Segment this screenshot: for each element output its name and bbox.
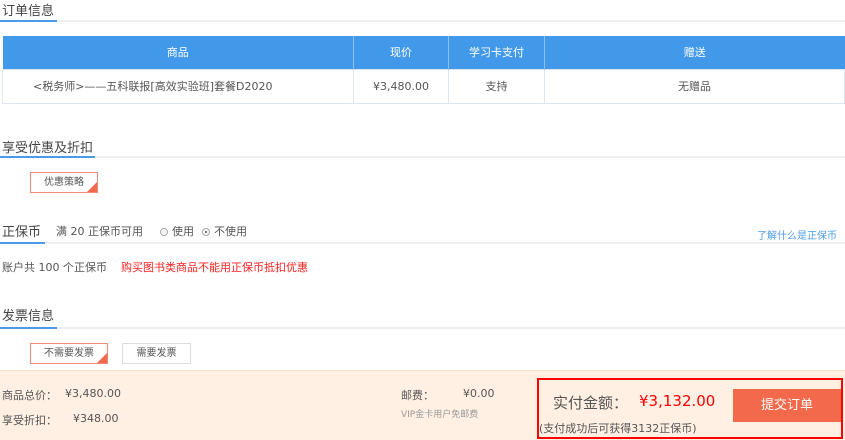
pay-label: 实付金额： [553,394,629,412]
order-section-title: 订单信息 [2,4,55,19]
divider [0,20,845,22]
shipping-value: ¥0.00 [463,387,495,400]
col-gift: 赠送 [544,36,845,69]
divider [0,156,845,158]
table-row: <税务师>——五科联报[高效实验班]套餐D2020 ¥3,480.00 支持 无… [2,68,845,104]
shipping-label: 邮费： [401,389,434,402]
coins-balance: 账户共 100 个正保币 [2,261,107,274]
product-name: <税务师>——五科联报[高效实验班]套餐D2020 [2,68,354,104]
shipping-note: VIP金卡用户免邮费 [401,410,479,420]
radio-use[interactable]: 使用 [160,223,194,239]
order-table: 商品 现价 学习卡支付 赠送 <税务师>——五科联报[高效实验班]套餐D2020… [2,36,845,104]
coins-section-title: 正保币 [2,225,42,240]
payment-box: 实付金额： ¥3,132.00 (支付成功后可获得3132正保币) 提交订单 [537,378,843,439]
divider [0,242,845,244]
total-value: ¥3,480.00 [65,387,121,400]
card-pay-status: 支持 [448,68,545,104]
radio-not-use[interactable]: 不使用 [202,223,247,239]
radio-use-label: 使用 [172,225,194,238]
radio-not-use-label: 不使用 [214,225,247,238]
discount-strategy-button[interactable]: 优惠策略 [30,172,98,193]
reward-note: (支付成功后可获得3132正保币) [539,422,697,435]
coins-help-link[interactable]: 了解什么是正保币 [757,227,837,242]
table-header: 商品 现价 学习卡支付 赠送 [2,36,845,69]
discount-value: ¥348.00 [73,412,119,425]
col-price: 现价 [353,36,449,69]
pay-amount: ¥3,132.00 [639,392,716,410]
invoice-section-title: 发票信息 [2,309,55,324]
order-summary: 商品总价： ¥3,480.00 享受折扣： ¥348.00 邮费： ¥0.00 … [0,370,845,440]
col-card-pay: 学习卡支付 [448,36,545,69]
coins-condition: 满 20 正保币可用 [56,225,143,238]
col-product: 商品 [2,36,354,69]
radio-icon [160,228,168,236]
total-label: 商品总价： [2,389,57,402]
discount-section-title: 享受优惠及折扣 [2,141,94,156]
invoice-none-button[interactable]: 不需要发票 [30,343,108,364]
invoice-need-button[interactable]: 需要发票 [122,343,191,364]
submit-order-button[interactable]: 提交订单 [733,389,841,422]
gift: 无赠品 [544,68,845,104]
discount-label: 享受折扣： [2,414,57,427]
product-price: ¥3,480.00 [353,68,449,104]
divider [0,327,845,329]
coins-warning: 购买图书类商品不能用正保币抵扣优惠 [121,261,308,274]
radio-checked-icon [202,228,210,236]
